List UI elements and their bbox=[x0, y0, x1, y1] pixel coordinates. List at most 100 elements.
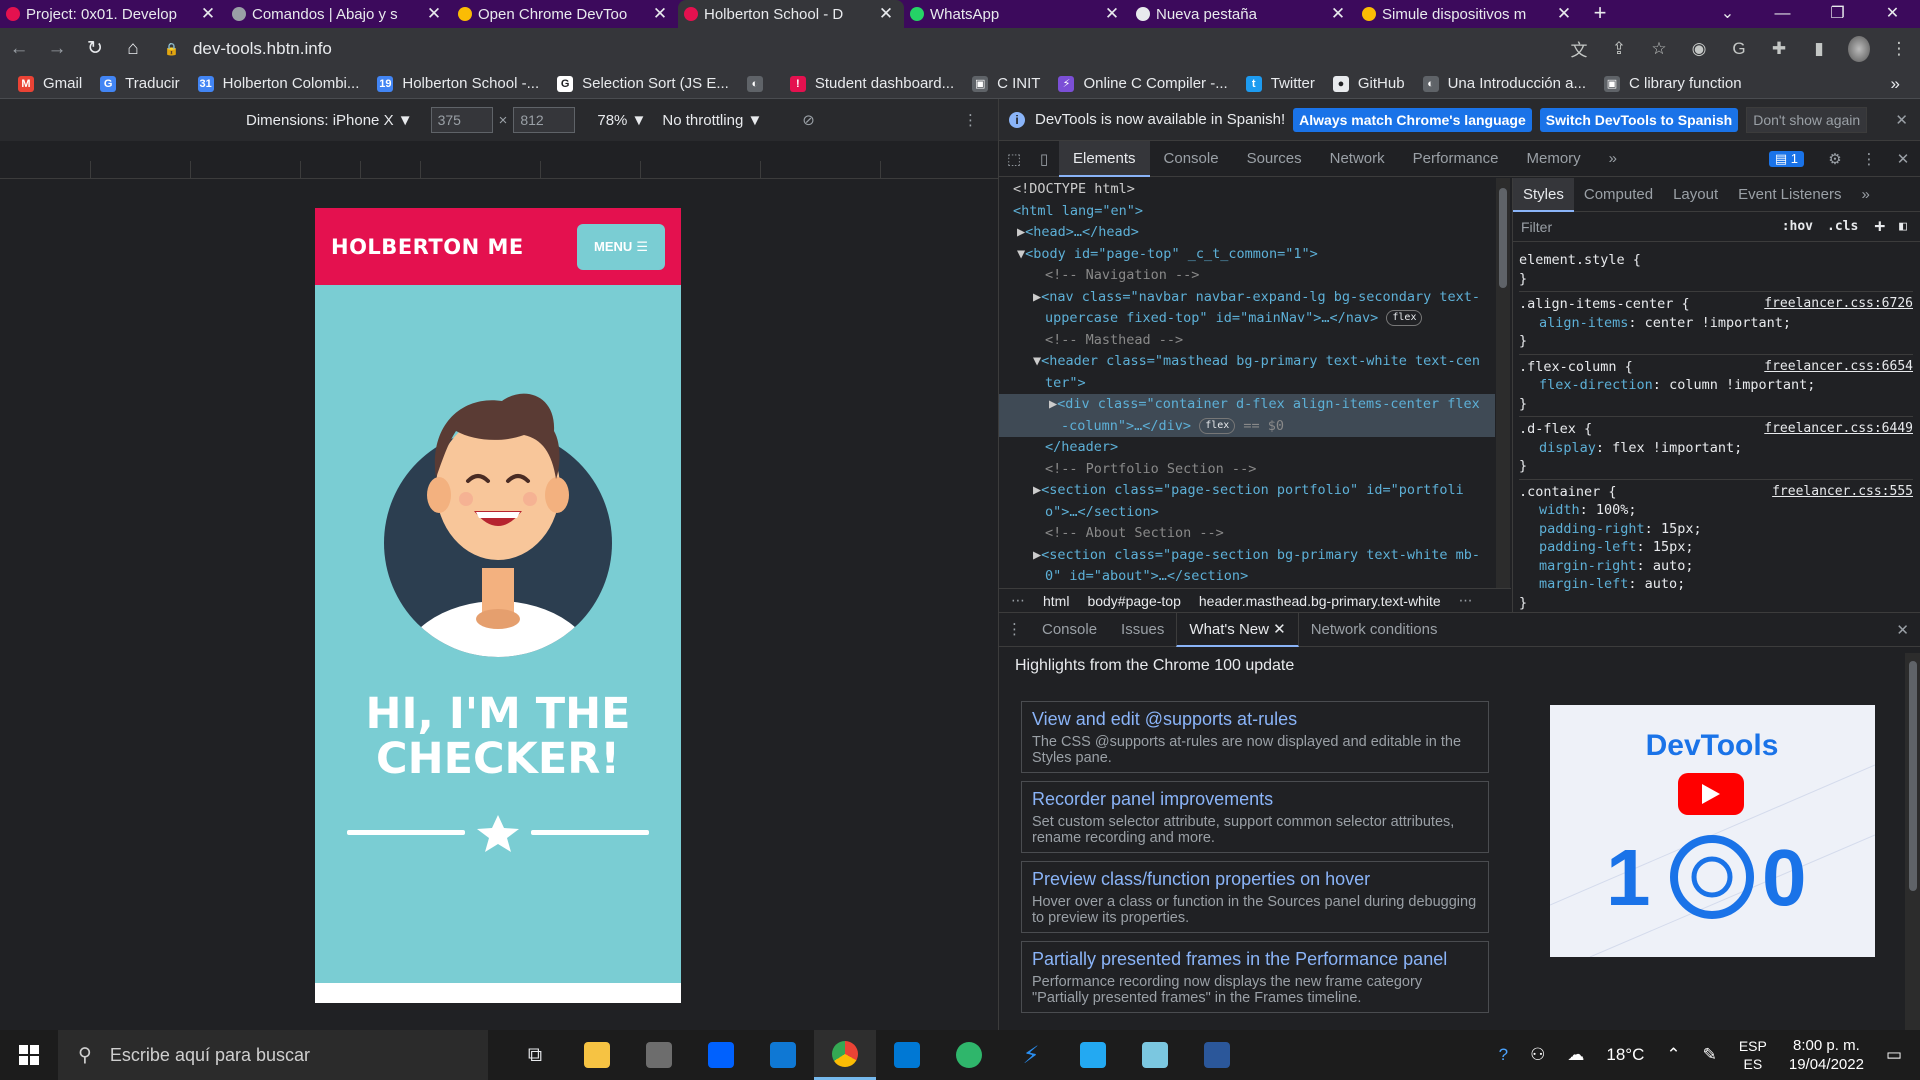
dom-comment[interactable]: <!-- Navigation --> bbox=[999, 265, 1495, 287]
tab-close-icon[interactable]: ✕ bbox=[652, 4, 668, 24]
add-rule-icon[interactable]: + bbox=[1874, 216, 1885, 237]
rule-source-link[interactable]: freelancer.css:6449 bbox=[1764, 420, 1913, 439]
tab-layout[interactable]: Layout bbox=[1663, 178, 1728, 212]
throttling-select[interactable]: No throttling ▼ bbox=[662, 112, 762, 129]
temperature[interactable]: 18°C bbox=[1606, 1045, 1644, 1065]
dom-node-cont[interactable]: uppercase fixed-top" id="mainNav">…</nav… bbox=[999, 308, 1495, 330]
close-icon[interactable]: ✕ bbox=[1273, 621, 1286, 638]
rule-source-link[interactable]: freelancer.css:555 bbox=[1772, 483, 1913, 502]
style-property[interactable]: display: flex !important; bbox=[1519, 439, 1913, 458]
property-value[interactable]: flex !important; bbox=[1612, 440, 1742, 456]
devtools-menu-icon[interactable]: ⋮ bbox=[1852, 150, 1886, 168]
breadcrumb-item[interactable]: html bbox=[1043, 593, 1069, 609]
property-name[interactable]: padding-right bbox=[1539, 521, 1645, 537]
browser-tab[interactable]: Comandos | Abajo y s ✕ bbox=[226, 0, 452, 28]
drawer-tab-console[interactable]: Console bbox=[1030, 613, 1109, 647]
task-view-icon[interactable]: ⧉ bbox=[504, 1030, 566, 1080]
property-name[interactable]: align-items bbox=[1539, 315, 1628, 331]
page-brand[interactable]: HOLBERTON ME bbox=[331, 235, 524, 259]
tab-close-icon[interactable]: ✕ bbox=[878, 4, 894, 24]
dom-node-selected[interactable]: ▶<div class="container d-flex align-item… bbox=[999, 394, 1495, 416]
share-icon[interactable]: ⇪ bbox=[1608, 39, 1630, 59]
filter-input[interactable]: Filter bbox=[1521, 219, 1552, 235]
dom-node[interactable]: ▶<head>…</head> bbox=[999, 222, 1495, 244]
expand-icon[interactable]: ▶ bbox=[1017, 224, 1025, 240]
sidepanel-icon[interactable]: ▮ bbox=[1808, 39, 1830, 59]
rotate-icon[interactable]: ⊘ bbox=[802, 111, 815, 129]
browser-tab[interactable]: Holberton School - D ✕ bbox=[678, 0, 904, 28]
rule-selector[interactable]: element.style { bbox=[1519, 251, 1913, 270]
people-icon[interactable]: ⚇ bbox=[1530, 1045, 1545, 1065]
forward-icon[interactable]: → bbox=[38, 38, 76, 60]
back-icon[interactable]: ← bbox=[0, 38, 38, 60]
star-icon[interactable]: ☆ bbox=[1648, 39, 1670, 59]
tab-computed[interactable]: Computed bbox=[1574, 178, 1663, 212]
browser-tab[interactable]: Project: 0x01. Develop ✕ bbox=[0, 0, 226, 28]
chrome-icon[interactable] bbox=[814, 1030, 876, 1080]
style-rule[interactable]: freelancer.css:6726 .align-items-center {… bbox=[1519, 292, 1913, 355]
kebab-menu-icon[interactable]: ⋮ bbox=[1888, 39, 1910, 59]
ruler-segment[interactable] bbox=[420, 161, 421, 179]
new-tab-button[interactable]: + bbox=[1582, 0, 1618, 28]
window-close-icon[interactable]: ✕ bbox=[1865, 0, 1920, 28]
mail-icon[interactable] bbox=[752, 1030, 814, 1080]
notification-icon[interactable]: ▭ bbox=[1886, 1045, 1902, 1065]
drawer-tab-whats-new[interactable]: What's New ✕ bbox=[1176, 612, 1299, 647]
start-button[interactable] bbox=[0, 1030, 58, 1080]
home-icon[interactable]: ⌂ bbox=[114, 38, 152, 60]
browser-tab[interactable]: Open Chrome DevToo ✕ bbox=[452, 0, 678, 28]
dom-comment[interactable]: <!-- Masthead --> bbox=[999, 330, 1495, 352]
property-value[interactable]: column !important; bbox=[1669, 377, 1815, 393]
flex-badge[interactable]: flex bbox=[1386, 310, 1423, 326]
taskbar-search[interactable]: ⚲ Escribe aquí para buscar bbox=[58, 1030, 488, 1080]
expand-icon[interactable]: ▶ bbox=[1033, 289, 1041, 305]
bookmark-item[interactable]: ◐ Una Introducción a... bbox=[1422, 75, 1586, 92]
puzzle-icon[interactable]: ✚ bbox=[1768, 39, 1790, 59]
device-toggle-icon[interactable]: ▯ bbox=[1029, 150, 1059, 168]
style-rule[interactable]: freelancer.css:6654 .flex-column {flex-di… bbox=[1519, 355, 1913, 417]
more-tabs-icon[interactable]: » bbox=[1595, 141, 1631, 177]
tab-close-icon[interactable]: ✕ bbox=[200, 4, 216, 24]
weather-icon[interactable]: ☁ bbox=[1567, 1045, 1584, 1065]
ruler-segment[interactable] bbox=[540, 161, 541, 179]
notes-icon[interactable] bbox=[1124, 1030, 1186, 1080]
zoom-select[interactable]: 78% ▼ bbox=[597, 112, 646, 129]
elements-scrollbar[interactable] bbox=[1496, 178, 1510, 588]
browser-tab[interactable]: WhatsApp ✕ bbox=[904, 0, 1130, 28]
tab-sources[interactable]: Sources bbox=[1233, 141, 1316, 177]
vscode-insiders-icon[interactable]: ⚡ bbox=[1000, 1030, 1062, 1080]
drawer-close-icon[interactable]: ✕ bbox=[1896, 621, 1909, 639]
property-value[interactable]: 15px; bbox=[1653, 539, 1694, 555]
tab-close-icon[interactable]: ✕ bbox=[426, 4, 442, 24]
cls-toggle[interactable]: .cls bbox=[1827, 219, 1858, 234]
inspect-icon[interactable]: ⬚ bbox=[999, 150, 1029, 168]
reload-icon[interactable]: ↻ bbox=[76, 37, 114, 60]
settings-icon[interactable]: ⚙ bbox=[1818, 150, 1852, 168]
property-value[interactable]: auto; bbox=[1653, 558, 1694, 574]
style-property[interactable]: align-items: center !important; bbox=[1519, 314, 1913, 333]
dom-node-cont[interactable]: ter"> bbox=[999, 373, 1495, 395]
store-icon[interactable] bbox=[876, 1030, 938, 1080]
styles-filter[interactable]: Filter :hov .cls + ◧ bbox=[1513, 212, 1920, 242]
height-input[interactable]: 812 bbox=[513, 107, 576, 133]
tab-elements[interactable]: Elements bbox=[1059, 140, 1150, 177]
bookmark-item[interactable]: ! Student dashboard... bbox=[789, 75, 954, 92]
device-select[interactable]: Dimensions: iPhone X ▼ bbox=[246, 112, 413, 129]
property-name[interactable]: width bbox=[1539, 502, 1580, 518]
property-name[interactable]: margin-left bbox=[1539, 576, 1628, 592]
ruler-segment[interactable] bbox=[90, 161, 91, 179]
vscode-icon[interactable] bbox=[1062, 1030, 1124, 1080]
ruler-segment[interactable] bbox=[360, 161, 361, 179]
tab-close-icon[interactable]: ✕ bbox=[1556, 4, 1572, 24]
bookmark-item[interactable]: ▣ C INIT bbox=[972, 75, 1040, 92]
menu-button[interactable]: MENU ☰ bbox=[577, 223, 665, 270]
collapse-icon[interactable]: ▼ bbox=[1033, 353, 1041, 369]
expand-icon[interactable]: ▶ bbox=[1049, 396, 1057, 412]
tab-console[interactable]: Console bbox=[1150, 141, 1233, 177]
tab-close-icon[interactable]: ✕ bbox=[1330, 4, 1346, 24]
chevron-up-icon[interactable]: ⌃ bbox=[1666, 1045, 1680, 1065]
styles-more-icon[interactable]: » bbox=[1852, 178, 1880, 212]
lock-icon[interactable]: 🔒 bbox=[164, 42, 179, 56]
bookmark-item[interactable]: ● GitHub bbox=[1332, 75, 1405, 92]
word-icon[interactable] bbox=[1186, 1030, 1248, 1080]
